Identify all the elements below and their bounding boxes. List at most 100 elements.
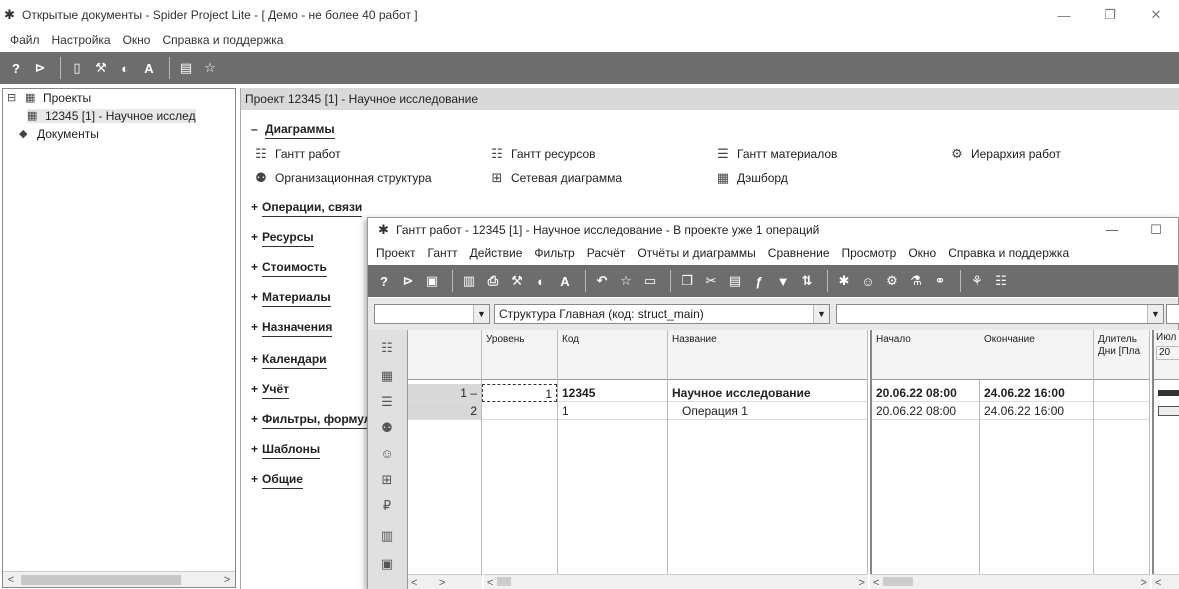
code-cell[interactable]: 1 [558,402,667,420]
diagram-org-structure[interactable]: ⚉ Организационная структура [251,170,431,186]
level-cell[interactable] [482,402,557,420]
finish-cell[interactable]: 24.06.22 16:00 [980,384,1093,402]
scroll-left-button[interactable] [1166,304,1179,324]
tools-icon[interactable]: ⚒ [91,58,111,78]
color-icon[interactable]: ◐ [115,58,135,78]
section-cost[interactable]: + Стоимость [251,260,327,277]
dates-hscrollbar[interactable]: < > [870,574,1150,589]
finish-header[interactable]: Окончание [980,330,1093,380]
gmenu-gantt[interactable]: Гантт [422,246,464,260]
person-icon[interactable]: ☺ [858,271,878,291]
restore-button[interactable]: ❐ [1087,0,1133,30]
name-header[interactable]: Название [668,330,867,380]
duration-cell[interactable] [1094,384,1149,402]
gantt-view-icon[interactable]: ☷ [376,338,398,358]
open-folder-icon[interactable]: ⊳ [30,58,50,78]
filter-combo[interactable]: ▼ [374,304,490,324]
section-templates[interactable]: + Шаблоны [251,442,321,459]
new-document-icon[interactable]: ▯ [67,58,87,78]
section-general[interactable]: + Общие [251,472,303,489]
menu-settings[interactable]: Настройка [46,33,117,47]
gmenu-filter[interactable]: Фильтр [528,246,580,260]
summary-bar[interactable] [1158,390,1179,396]
table-row[interactable]: 1 – [408,384,481,402]
collapse-mark[interactable]: – [470,386,477,400]
menu-file[interactable]: Файл [4,33,46,47]
tree-item-project[interactable]: ▦ 12345 [1] - Научное исслед [27,109,196,123]
materials-view-icon[interactable]: ⊞ [376,470,398,490]
gantt-restore-button[interactable]: ☐ [1134,218,1178,242]
diagram-gantt-resources[interactable]: ☷ Гантт ресурсов [487,146,595,162]
calendar-view-icon[interactable]: ▥ [376,526,398,546]
start-header[interactable]: Начало [872,330,980,380]
help-icon[interactable]: ? [374,271,394,291]
section-resources[interactable]: + Ресурсы [251,230,314,247]
name-cell[interactable]: Операция 1 [668,402,867,420]
collapse-icon[interactable]: ⊟ [7,92,21,104]
section-materials[interactable]: + Материалы [251,290,331,307]
rownum-hscrollbar[interactable]: < > [408,574,482,589]
material-icon[interactable]: ⚗ [906,271,926,291]
copy-icon[interactable]: ❐ [677,271,697,291]
timeline-hscrollbar[interactable]: < [1152,574,1179,589]
chevron-down-icon[interactable]: ▼ [813,305,829,323]
save-icon[interactable]: ▣ [422,271,442,291]
gmenu-window[interactable]: Окно [902,246,942,260]
chevron-down-icon[interactable]: ▼ [473,305,489,323]
name-cell[interactable]: Научное исследование [668,384,867,402]
gmenu-action[interactable]: Действие [464,246,529,260]
scroll-thumb[interactable] [21,575,181,585]
section-filters[interactable]: + Фильтры, формулы [251,412,382,429]
gmenu-help[interactable]: Справка и поддержка [942,246,1075,260]
diagram-dashboard[interactable]: ▦ Дэшборд [713,170,788,186]
task-bar[interactable] [1158,406,1179,416]
team-icon[interactable]: ☷ [991,271,1011,291]
gmenu-compare[interactable]: Сравнение [762,246,836,260]
table-row[interactable]: 2 [408,402,481,420]
diagram-gantt-works[interactable]: ☷ Гантт работ [251,146,340,162]
tools-icon[interactable]: ⚒ [507,271,527,291]
section-accounting[interactable]: + Учёт [251,382,289,399]
table-hscrollbar[interactable]: < > [484,574,868,589]
section-calendars[interactable]: + Календари [251,352,327,369]
level-cell[interactable]: 1 [482,384,557,402]
tree-item-documents[interactable]: ◆ Документы [19,127,99,141]
cut-icon[interactable]: ✂ [701,271,721,291]
level-header[interactable]: Уровень [482,330,557,380]
report-view-icon[interactable]: ▣ [376,554,398,574]
team-view-icon[interactable]: ☺ [376,444,398,464]
code-cell[interactable]: 12345 [558,384,667,402]
gantt-minimize-button[interactable]: — [1090,218,1134,242]
columns-icon[interactable]: ▥ [459,271,479,291]
extra-combo[interactable]: ▼ [836,304,1164,324]
paste-icon[interactable]: ▤ [725,271,745,291]
resources-view-icon[interactable]: ☰ [376,392,398,412]
filter-icon[interactable]: ▼ [773,271,793,291]
duration-cell[interactable] [1094,402,1149,420]
favorite-star-icon[interactable]: ☆ [616,271,636,291]
gmenu-view[interactable]: Просмотр [836,246,903,260]
start-cell[interactable]: 20.06.22 08:00 [872,384,980,402]
color-icon[interactable]: ◐ [531,271,551,291]
gmenu-calc[interactable]: Расчёт [581,246,632,260]
chevron-down-icon[interactable]: ▼ [1147,305,1163,323]
section-assignments[interactable]: + Назначения [251,320,333,337]
hierarchy-view-icon[interactable]: ⚉ [376,418,398,438]
favorite-star-icon[interactable]: ☆ [200,58,220,78]
link-icon[interactable]: ⚭ [930,271,950,291]
run-icon[interactable]: ✱ [834,271,854,291]
diagram-work-hierarchy[interactable]: ⚙ Иерархия работ [947,146,1061,162]
start-cell[interactable]: 20.06.22 08:00 [872,402,980,420]
code-header[interactable]: Код [558,330,667,380]
section-diagrams[interactable]: – Диаграммы [251,122,335,139]
font-icon[interactable]: A [139,58,159,78]
menu-help[interactable]: Справка и поддержка [156,33,289,47]
structure-combo[interactable]: Структура Главная (код: struct_main) ▼ [494,304,830,324]
open-icon[interactable]: ⊳ [398,271,418,291]
table-view-icon[interactable]: ▦ [376,366,398,386]
print-icon[interactable]: ⎙ [483,271,503,291]
diagram-gantt-materials[interactable]: ☰ Гантт материалов [713,146,837,162]
formula-icon[interactable]: ƒ [749,271,769,291]
cost-view-icon[interactable]: ₽ [376,496,398,516]
scroll-left-icon[interactable]: < [3,572,19,588]
